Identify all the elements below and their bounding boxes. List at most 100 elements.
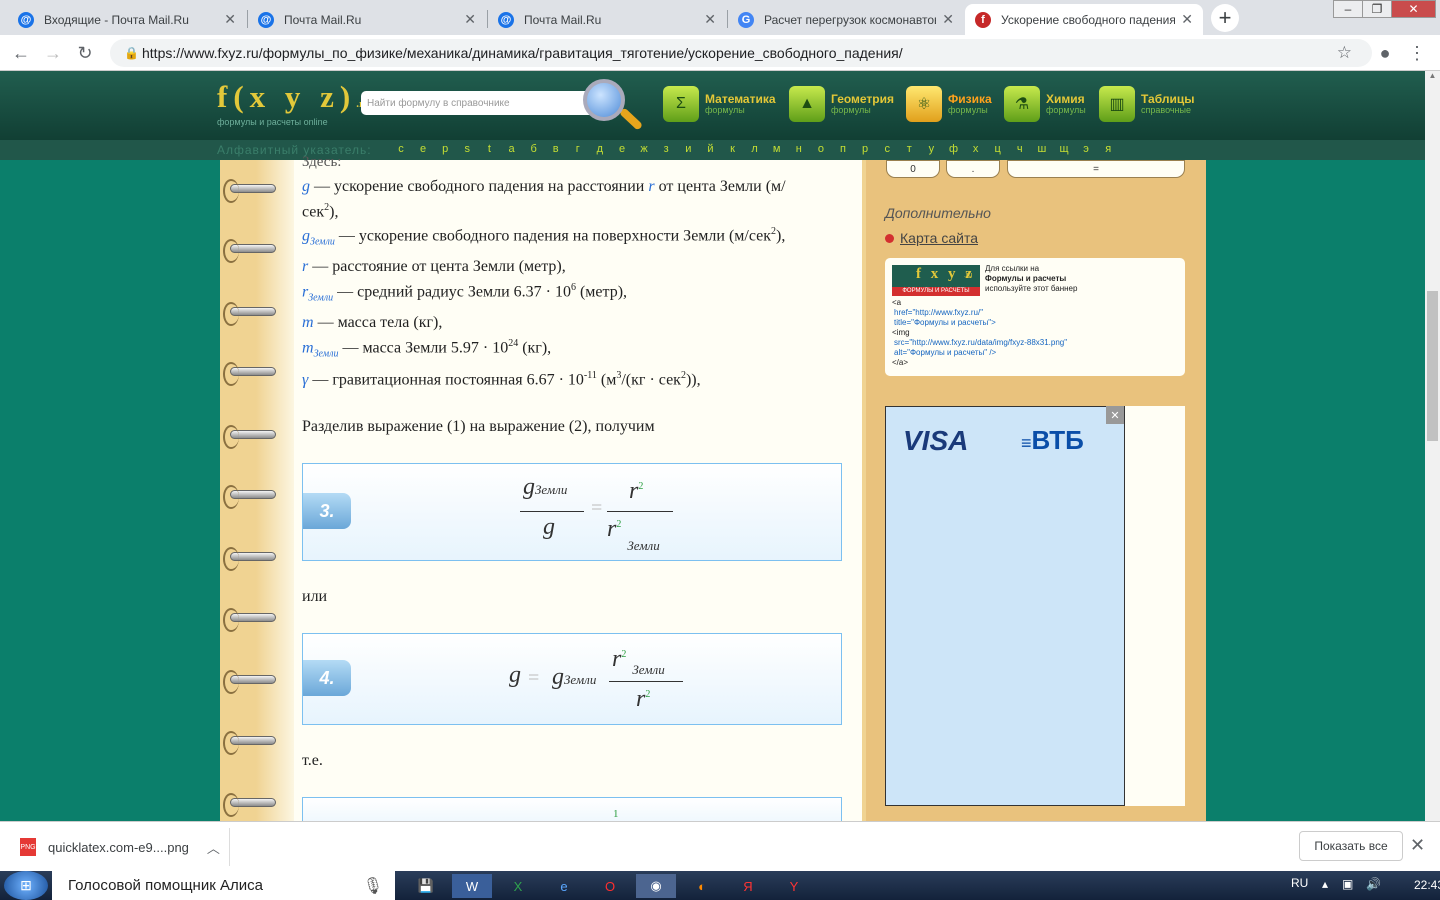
minimize-button[interactable]: ‒ xyxy=(1333,0,1363,18)
alphabet-letter[interactable]: p xyxy=(435,143,455,155)
nav-physics[interactable]: ⚛ Физика формулы xyxy=(906,86,992,122)
close-window-button[interactable]: ✕ xyxy=(1391,0,1436,18)
alphabet-letter[interactable]: ч xyxy=(1010,143,1030,155)
alphabet-letter[interactable]: р xyxy=(855,143,875,155)
menu-icon[interactable]: ⋮ xyxy=(1404,40,1430,66)
yandex-browser-icon[interactable]: Y xyxy=(774,874,814,898)
banner-code[interactable]: <a href="http://www.fxyz.ru/" title="Фор… xyxy=(892,298,1067,368)
forward-icon[interactable]: → xyxy=(40,40,66,66)
back-icon[interactable]: ← xyxy=(8,40,34,66)
banner-logo[interactable]: f x y z .ru ФОРМУЛЫ И РАСЧЕТЫ xyxy=(892,265,980,296)
calc-key-equals[interactable]: = xyxy=(1007,160,1185,178)
alphabet-letter[interactable]: б xyxy=(524,143,544,155)
alphabet-letter[interactable]: г xyxy=(568,143,588,155)
profile-icon[interactable]: ● xyxy=(1372,40,1398,66)
reload-icon[interactable]: ↻ xyxy=(72,40,98,66)
alphabet-letter[interactable]: н xyxy=(789,143,809,155)
search-magnifier-icon[interactable] xyxy=(583,79,625,121)
alphabet-letter[interactable]: я xyxy=(1098,143,1118,155)
alphabet-letter[interactable]: д xyxy=(590,143,610,155)
alphabet-letter[interactable]: м xyxy=(767,143,787,155)
alphabet-letter[interactable]: й xyxy=(700,143,720,155)
alphabet-letter[interactable]: s xyxy=(457,143,477,155)
math-symbol: r xyxy=(607,516,617,542)
alphabet-letter[interactable]: ж xyxy=(634,143,654,155)
address-bar[interactable]: 🔒 https://www.fxyz.ru/формулы_по_физике/… xyxy=(110,39,1372,67)
subscript: Земли xyxy=(308,292,334,304)
nav-tables[interactable]: ▥ Таблицы справочные xyxy=(1099,86,1194,122)
alphabet-letter[interactable]: с xyxy=(877,143,897,155)
alphabet-letter[interactable]: ш xyxy=(1032,143,1052,155)
alphabet-letter[interactable]: о xyxy=(811,143,831,155)
tab-google-search[interactable]: G Расчет перегрузок космонавтов ✕ xyxy=(728,4,964,35)
scrollbar-thumb[interactable] xyxy=(1427,291,1438,441)
search-input[interactable]: Найти формулу в справочнике xyxy=(361,91,601,115)
nav-geometry[interactable]: ▲ Геометрия формулы xyxy=(789,86,894,122)
alphabet-letter[interactable]: п xyxy=(833,143,853,155)
alphabet-letter[interactable]: е xyxy=(612,143,632,155)
close-tab-icon[interactable]: ✕ xyxy=(224,11,236,28)
ad-close-icon[interactable]: ✕ xyxy=(1106,406,1124,424)
divide-text: Разделив выражение (1) на выражение (2),… xyxy=(302,418,655,435)
alphabet-letter[interactable]: в xyxy=(546,143,566,155)
language-indicator[interactable]: RU xyxy=(1291,876,1308,890)
alphabet-letter[interactable]: а xyxy=(502,143,522,155)
ad-banner[interactable]: VISA ≡ВТБ xyxy=(885,406,1125,806)
show-all-button[interactable]: Показать все xyxy=(1299,831,1403,861)
clock[interactable]: 22:43 xyxy=(1414,878,1440,892)
opera-app-icon[interactable]: O xyxy=(590,874,630,898)
chrome-app-icon[interactable]: ◉ xyxy=(636,874,676,898)
alice-search-box[interactable]: Голосовой помощник Алиса 🎙 xyxy=(52,871,395,900)
tab-mail-2[interactable]: @ Почта Mail.Ru ✕ xyxy=(248,4,486,35)
close-downloads-icon[interactable]: ✕ xyxy=(1410,835,1425,856)
alphabet-letter[interactable]: к xyxy=(723,143,743,155)
bookmark-star-icon[interactable]: ☆ xyxy=(1337,43,1352,63)
save-app-icon[interactable]: 💾 xyxy=(406,874,446,898)
alphabet-letter[interactable]: т xyxy=(899,143,919,155)
close-tab-icon[interactable]: ✕ xyxy=(464,11,476,28)
windows-start-icon[interactable]: ⊞ xyxy=(4,871,48,900)
volume-icon[interactable]: 🔊 xyxy=(1366,877,1381,891)
microphone-icon[interactable]: 🎙 xyxy=(363,876,383,896)
alphabet-letter[interactable]: ф xyxy=(944,143,964,155)
scroll-up-icon[interactable]: ▲ xyxy=(1425,71,1440,80)
calc-key-0[interactable]: 0 xyxy=(886,160,940,178)
def-text: — ускорение свободного падения на поверх… xyxy=(338,227,772,245)
alphabet-letter[interactable]: щ xyxy=(1054,143,1074,155)
chevron-up-icon[interactable]: ︿ xyxy=(207,838,220,857)
firefox-app-icon[interactable]: ◐ xyxy=(682,874,722,898)
yandex-app-icon[interactable]: Я xyxy=(728,874,768,898)
alphabet-letter[interactable]: t xyxy=(479,143,499,155)
sitemap-link[interactable]: Карта сайта xyxy=(885,230,978,246)
alphabet-letter[interactable]: л xyxy=(745,143,765,155)
nav-chemistry[interactable]: ⚗ Химия формулы xyxy=(1004,86,1086,122)
close-tab-icon[interactable]: ✕ xyxy=(942,11,954,28)
tab-fxyz-active[interactable]: f Ускорение свободного падения ✕ xyxy=(965,4,1203,35)
tray-expand-icon[interactable]: ▴ xyxy=(1322,877,1328,891)
ie-app-icon[interactable]: e xyxy=(544,874,584,898)
alphabet-letter[interactable]: c xyxy=(391,143,411,155)
nav-mathematics[interactable]: Σ Математика формулы xyxy=(663,86,776,122)
math-r-squared: r2 xyxy=(629,478,643,505)
alphabet-letter[interactable]: у xyxy=(921,143,941,155)
site-logo[interactable]: f(x y z).ru xyxy=(217,79,370,115)
alphabet-letter[interactable]: х xyxy=(966,143,986,155)
alphabet-letter[interactable]: ц xyxy=(988,143,1008,155)
alphabet-letter[interactable]: з xyxy=(656,143,676,155)
alphabet-letter[interactable]: и xyxy=(678,143,698,155)
tab-mail-inbox[interactable]: @ Входящие - Почта Mail.Ru ✕ xyxy=(8,4,246,35)
restore-button[interactable]: ❐ xyxy=(1362,0,1392,18)
calc-key-dot[interactable]: . xyxy=(946,160,1000,178)
close-tab-icon[interactable]: ✕ xyxy=(1181,11,1193,28)
spiral-ring xyxy=(223,179,276,203)
close-tab-icon[interactable]: ✕ xyxy=(704,11,716,28)
alphabet-letter[interactable]: э xyxy=(1076,143,1096,155)
download-item[interactable]: PNG quicklatex.com-e9....png ︿ xyxy=(8,828,230,866)
tab-mail-3[interactable]: @ Почта Mail.Ru ✕ xyxy=(488,4,726,35)
word-app-icon[interactable]: W xyxy=(452,874,492,898)
network-icon[interactable]: ▣ xyxy=(1342,877,1353,891)
page-scrollbar[interactable]: ▲ xyxy=(1425,71,1440,821)
alphabet-letter[interactable]: e xyxy=(413,143,433,155)
new-tab-button[interactable]: + xyxy=(1211,4,1239,32)
excel-app-icon[interactable]: X xyxy=(498,874,538,898)
